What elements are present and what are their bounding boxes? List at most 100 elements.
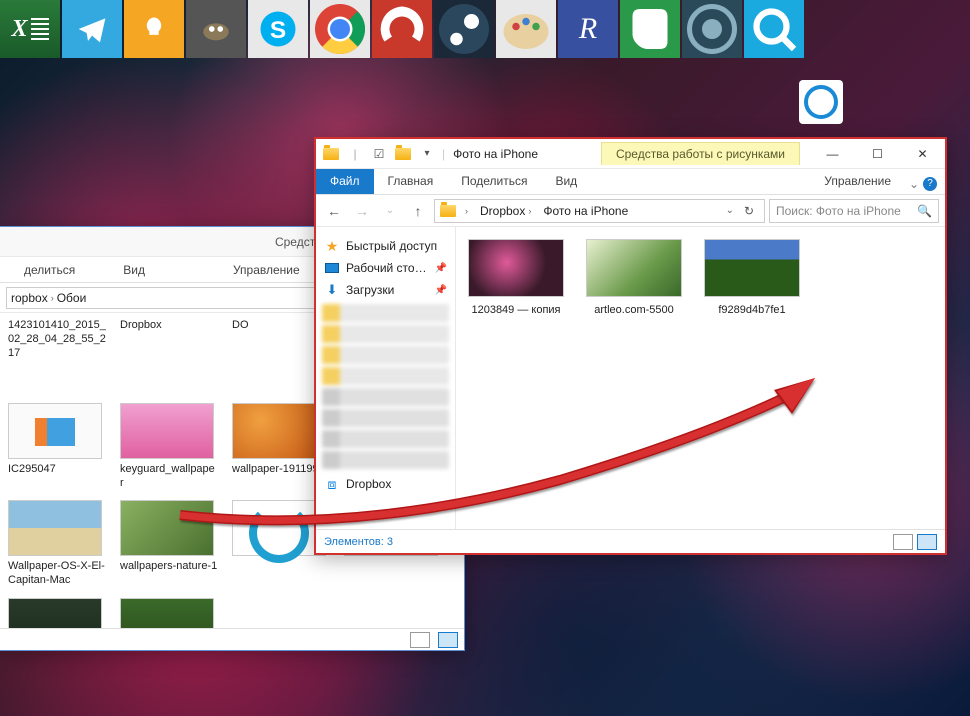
thumbnail xyxy=(120,403,214,459)
tab-home[interactable]: Главная xyxy=(374,169,448,194)
view-details-icon[interactable] xyxy=(893,534,913,550)
thumbnail xyxy=(468,239,564,297)
dock-revo[interactable]: R xyxy=(558,0,618,58)
nav-blurred-item xyxy=(322,325,449,343)
refresh-icon[interactable]: ↻ xyxy=(738,204,760,218)
address-bar[interactable]: › Dropbox› Фото на iPhone ⌄ ↻ xyxy=(434,199,765,223)
ribbon-tabs: Файл Главная Поделиться Вид Управление ⌄… xyxy=(316,169,945,195)
tab-manage[interactable]: Управление xyxy=(219,258,314,282)
minimize-button[interactable]: — xyxy=(810,139,855,169)
thumbnail xyxy=(8,403,102,459)
view-thumbnails-icon[interactable] xyxy=(917,534,937,550)
dock-gimp[interactable] xyxy=(186,0,246,58)
thumbnail xyxy=(8,598,102,628)
nav-history-button[interactable]: ⌄ xyxy=(378,199,402,223)
dock-paint[interactable] xyxy=(496,0,556,58)
dock-steam[interactable] xyxy=(434,0,494,58)
pin-icon: 📌 xyxy=(435,263,447,274)
nav-blurred-item xyxy=(322,304,449,322)
file-item[interactable]: 1203849 — копия xyxy=(466,239,566,317)
ribbon-toggle-icon[interactable]: ⌄ xyxy=(909,177,919,191)
nav-forward-button[interactable]: → xyxy=(350,199,374,223)
nav-desktop[interactable]: Рабочий сто… 📌 xyxy=(320,257,451,279)
dropbox-icon: ⧈ xyxy=(324,476,340,492)
file-item[interactable]: Wallpaper-OS-X-El-Capitan-Mac xyxy=(8,500,106,588)
dock-spartan[interactable] xyxy=(372,0,432,58)
nav-dropbox[interactable]: ⧈ Dropbox xyxy=(320,473,451,495)
dock-evernote[interactable] xyxy=(620,0,680,58)
thumbnail xyxy=(8,500,102,556)
tab-view[interactable]: Вид xyxy=(109,258,159,282)
tab-share[interactable]: делиться xyxy=(10,258,89,282)
qat-check-icon[interactable]: ☑ xyxy=(370,145,388,163)
body: ★ Быстрый доступ Рабочий сто… 📌 ⬇ Загруз… xyxy=(316,227,945,529)
thumbnail xyxy=(586,239,682,297)
nav-blurred-item xyxy=(322,409,449,427)
dock-camera[interactable] xyxy=(682,0,742,58)
pin-icon: 📌 xyxy=(435,285,447,296)
window-controls: — ☐ ✕ xyxy=(810,139,945,169)
dock-search[interactable] xyxy=(744,0,804,58)
view-thumbnails-icon[interactable] xyxy=(438,632,458,648)
folder-icon xyxy=(439,202,457,220)
search-placeholder: Поиск: Фото на iPhone xyxy=(776,204,901,218)
titlebar[interactable]: | ☑ ▾ | Фото на iPhone Средства работы с… xyxy=(316,139,945,169)
dock-telegram[interactable] xyxy=(62,0,122,58)
desktop-shortcut[interactable] xyxy=(794,80,848,124)
file-item[interactable]: f9289d4b7fe1 xyxy=(702,239,802,317)
file-item[interactable] xyxy=(120,598,218,628)
search-input[interactable]: Поиск: Фото на iPhone 🔍 xyxy=(769,199,939,223)
tab-manage[interactable]: Управление xyxy=(810,169,905,194)
thumbnail xyxy=(704,239,800,297)
qat-dropdown-icon[interactable]: ▾ xyxy=(418,145,436,163)
picture-tools-tab[interactable]: Средства работы с рисунками xyxy=(601,142,800,165)
item-count: Элементов: 3 xyxy=(324,536,393,548)
file-grid: 1203849 — копия artleo.com-5500 f9289d4b… xyxy=(456,227,945,529)
tab-view[interactable]: Вид xyxy=(541,169,591,194)
file-item[interactable]: artleo.com-5500 xyxy=(584,239,684,317)
tab-file[interactable]: Файл xyxy=(316,169,374,194)
folder-icon xyxy=(394,145,412,163)
dock-chrome[interactable] xyxy=(310,0,370,58)
nav-up-button[interactable]: ↑ xyxy=(406,199,430,223)
nav-downloads[interactable]: ⬇ Загрузки 📌 xyxy=(320,279,451,301)
breadcrumb-seg[interactable]: Фото на iPhone xyxy=(539,204,632,218)
breadcrumb-seg[interactable]: Dropbox› xyxy=(476,204,535,218)
file-item[interactable]: 1423101410_2015_02_28_04_28_55_217 xyxy=(8,319,106,393)
dock-keep[interactable] xyxy=(124,0,184,58)
view-details-icon[interactable] xyxy=(410,632,430,648)
close-button[interactable]: ✕ xyxy=(900,139,945,169)
status-bar xyxy=(0,628,464,650)
shortcut-icon xyxy=(799,80,843,124)
nav-blurred-item xyxy=(322,367,449,385)
thumbnail xyxy=(232,403,326,459)
thumbnail xyxy=(120,500,214,556)
help-icon[interactable]: ? xyxy=(923,177,937,191)
search-icon: 🔍 xyxy=(917,204,932,218)
file-item[interactable]: IC295047 xyxy=(8,403,106,491)
address-row: ← → ⌄ ↑ › Dropbox› Фото на iPhone ⌄ ↻ По… xyxy=(316,195,945,227)
nav-blurred-item xyxy=(322,346,449,364)
thumbnail xyxy=(232,500,326,556)
nav-back-button[interactable]: ← xyxy=(322,199,346,223)
breadcrumb-seg[interactable]: ropbox xyxy=(11,291,48,305)
maximize-button[interactable]: ☐ xyxy=(855,139,900,169)
file-item[interactable]: wallpapers-nature-1 xyxy=(120,500,218,588)
window-title: Фото на iPhone xyxy=(453,147,538,161)
star-icon: ★ xyxy=(324,238,340,254)
qat-sep: | xyxy=(346,145,364,163)
quick-access-toolbar: | ☑ ▾ | xyxy=(322,145,445,163)
download-icon: ⬇ xyxy=(324,282,340,298)
nav-quick-access[interactable]: ★ Быстрый доступ xyxy=(320,235,451,257)
dock-excel[interactable]: X xyxy=(0,0,60,58)
file-item[interactable]: Dropbox xyxy=(120,319,218,393)
tab-share[interactable]: Поделиться xyxy=(447,169,541,194)
file-item[interactable] xyxy=(8,598,106,628)
breadcrumb-seg[interactable]: Обои xyxy=(57,291,87,305)
dock-skype[interactable]: S xyxy=(248,0,308,58)
nav-pane: ★ Быстрый доступ Рабочий сто… 📌 ⬇ Загруз… xyxy=(316,227,456,529)
explorer-window-front[interactable]: | ☑ ▾ | Фото на iPhone Средства работы с… xyxy=(314,137,947,555)
dock: X S R xyxy=(0,0,970,58)
file-item[interactable]: keyguard_wallpaper xyxy=(120,403,218,491)
folder-icon xyxy=(322,145,340,163)
